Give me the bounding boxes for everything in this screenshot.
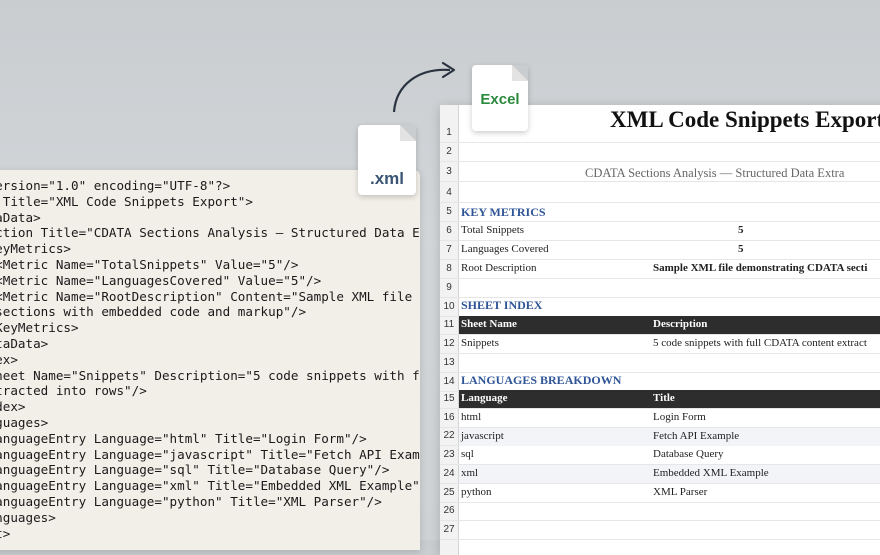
language-column-header[interactable]: Language: [461, 392, 507, 404]
xml-code-line: sections with embedded code and markup"/…: [0, 304, 307, 320]
language-cell[interactable]: python: [461, 486, 492, 498]
row-number[interactable]: 8: [440, 263, 458, 274]
row-number[interactable]: 15: [440, 393, 458, 404]
title-cell[interactable]: Fetch API Example: [653, 430, 739, 442]
grid-line: [440, 502, 880, 503]
grid-line: [440, 240, 880, 241]
row-number[interactable]: 3: [440, 166, 458, 177]
languages-heading: LANGUAGES BREAKDOWN: [461, 373, 622, 387]
metric-label[interactable]: Total Snippets: [461, 224, 524, 236]
xml-file-icon: .xml: [358, 125, 416, 195]
grid-line: [440, 221, 880, 222]
grid-line: [440, 142, 880, 143]
description-column-header[interactable]: Description: [653, 318, 707, 330]
row-number[interactable]: 26: [440, 505, 458, 516]
xml-code-line: rt Title="XML Code Snippets Export">: [0, 193, 253, 209]
row-number[interactable]: 27: [440, 524, 458, 535]
sheet-title: XML Code Snippets Export: [610, 107, 880, 132]
row-number[interactable]: 14: [440, 376, 458, 387]
sheet-subtitle: CDATA Sections Analysis — Structured Dat…: [585, 166, 845, 180]
xml-code-line: etaData>: [0, 209, 41, 225]
xml-code-line: <LanguageEntry Language="xml" Title="Emb…: [0, 478, 420, 494]
row-number[interactable]: 22: [440, 430, 458, 441]
row-number[interactable]: 4: [440, 187, 458, 198]
grid-line: [440, 278, 880, 279]
title-column-header[interactable]: Title: [653, 392, 675, 404]
title-cell[interactable]: Login Form: [653, 411, 706, 423]
metric-value[interactable]: 5: [738, 243, 744, 255]
row-number[interactable]: 12: [440, 338, 458, 349]
language-cell[interactable]: html: [461, 411, 481, 423]
grid-line: [440, 259, 880, 260]
xml-code-line: </KeyMetrics>: [0, 320, 79, 336]
excel-file-icon: Excel: [472, 65, 528, 131]
grid-line: [440, 202, 880, 203]
xml-code-line: Index>: [0, 399, 26, 415]
grid-line: [440, 483, 880, 484]
row-number[interactable]: 16: [440, 412, 458, 423]
xml-code-line: version="1.0" encoding="UTF-8"?>: [0, 178, 231, 193]
xml-code-line: <Metric Name="RootDescription" Content="…: [0, 288, 420, 304]
xml-code-line: MetaData>: [0, 335, 49, 351]
excel-file-label: Excel: [480, 91, 520, 108]
title-cell[interactable]: Embedded XML Example: [653, 467, 769, 479]
row-number[interactable]: 6: [440, 225, 458, 236]
metric-value[interactable]: 5: [738, 224, 744, 236]
grid-line: [440, 520, 880, 521]
xml-code-line: <LanguageEntry Language="sql" Title="Dat…: [0, 462, 390, 478]
title-cell[interactable]: Database Query: [653, 448, 724, 460]
metric-label[interactable]: Languages Covered: [461, 243, 549, 255]
sheet-description-cell[interactable]: 5 code snippets with full CDATA content …: [653, 337, 867, 349]
xml-code-line: <Metric Name="LanguagesCovered" Value="5…: [0, 272, 322, 288]
row-number[interactable]: 9: [440, 282, 458, 293]
xml-code-line: ort>: [0, 525, 11, 541]
xml-file-label: .xml: [369, 169, 405, 188]
title-cell[interactable]: XML Parser: [653, 486, 707, 498]
row-number[interactable]: 13: [440, 357, 458, 368]
row-number[interactable]: 1: [440, 127, 458, 138]
grid-line: [440, 181, 880, 182]
metric-label[interactable]: Root Description: [461, 262, 536, 274]
xml-code-line: <Sheet Name="Snippets" Description="5 co…: [0, 367, 420, 383]
language-cell[interactable]: javascript: [461, 430, 504, 442]
language-cell[interactable]: xml: [461, 467, 478, 479]
xml-source-panel: version="1.0" encoding="UTF-8"?> rt Title…: [0, 170, 420, 550]
xml-code-line: ndex>: [0, 351, 18, 367]
xml-code-line: anguages>: [0, 414, 49, 430]
row-number[interactable]: 7: [440, 244, 458, 255]
key-metrics-heading: KEY METRICS: [461, 205, 546, 219]
sheet-name-cell[interactable]: Snippets: [461, 337, 499, 349]
row-number[interactable]: 24: [440, 468, 458, 479]
grid-line: [440, 408, 880, 409]
xml-code-line: <LanguageEntry Language="python" Title="…: [0, 493, 382, 509]
sheet-name-column-header[interactable]: Sheet Name: [461, 318, 517, 330]
xml-code-line: <KeyMetrics>: [0, 241, 71, 257]
xml-code-lines: version="1.0" encoding="UTF-8"?> rt Title…: [0, 178, 420, 541]
xml-code-line: Section Title="CDATA Sections Analysis —…: [0, 225, 420, 241]
row-number[interactable]: 11: [440, 319, 458, 330]
sheet-index-heading: SHEET INDEX: [461, 298, 543, 312]
excel-sheet[interactable]: 1 2 3 4 5 6 7 8 9 10 11 12 13 14 15 16 22 23 24 25 26 27 XML …: [440, 105, 880, 555]
grid-line: [440, 353, 880, 354]
row-number[interactable]: 10: [440, 301, 458, 312]
language-cell[interactable]: sql: [461, 448, 474, 460]
row-number[interactable]: 2: [440, 146, 458, 157]
row-number[interactable]: 5: [440, 206, 458, 217]
grid-line: [440, 334, 880, 335]
xml-code-line: extracted into rows"/>: [0, 383, 147, 399]
xml-code-line: <LanguageEntry Language="javascript" Tit…: [0, 446, 420, 462]
row-number[interactable]: 23: [440, 449, 458, 460]
metric-value[interactable]: Sample XML file demonstrating CDATA sect…: [653, 262, 867, 274]
grid-line: [440, 161, 880, 162]
xml-code-line: <Metric Name="TotalSnippets" Value="5"/>: [0, 256, 299, 272]
row-number[interactable]: 25: [440, 487, 458, 498]
xml-code-line: Languages>: [0, 509, 56, 525]
xml-code-line: <LanguageEntry Language="html" Title="Lo…: [0, 430, 367, 446]
